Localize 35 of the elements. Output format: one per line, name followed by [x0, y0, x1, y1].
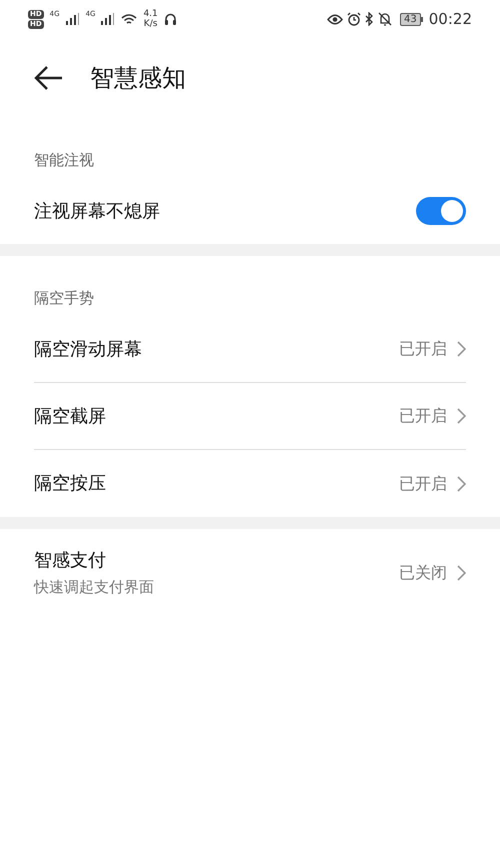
speed-value: 4.1	[143, 9, 158, 19]
muted-bell-icon	[378, 12, 392, 26]
setting-row[interactable]: 隔空截屏 已开启	[34, 383, 466, 450]
setting-label: 隔空滑动屏幕	[34, 338, 142, 362]
headset-icon	[164, 12, 177, 26]
setting-label: 注视屏幕不熄屏	[34, 200, 160, 224]
speed-unit: K/s	[144, 19, 158, 29]
back-arrow-icon[interactable]	[34, 65, 64, 91]
setting-label: 隔空按压	[34, 472, 106, 496]
section-header: 隔空手势	[34, 289, 94, 307]
battery-icon: 43	[400, 12, 423, 26]
setting-subtitle: 快速调起支付界面	[34, 576, 154, 598]
eye-icon	[327, 14, 344, 24]
setting-value: 已开启	[399, 472, 447, 494]
signal-icon	[101, 13, 116, 25]
chevron-icon	[457, 564, 466, 580]
chevron-icon	[457, 476, 466, 492]
chevron-icon	[457, 408, 466, 424]
setting-row[interactable]: 隔空按压 已开启	[34, 450, 466, 517]
setting-row[interactable]: 智感支付 快速调起支付界面 已关闭	[34, 539, 466, 606]
toggle-switch[interactable]	[416, 197, 466, 225]
alarm-icon	[347, 12, 362, 26]
section-header: 智能注视	[34, 151, 94, 169]
bluetooth-icon	[365, 12, 374, 26]
setting-label: 智感支付	[34, 548, 107, 573]
setting-label: 隔空截屏	[34, 404, 106, 428]
wifi-icon	[121, 12, 138, 26]
setting-value: 已开启	[399, 405, 447, 427]
setting-value: 已开启	[399, 338, 447, 360]
chevron-icon	[457, 341, 466, 357]
signal-icon	[66, 13, 80, 25]
clock: 00:22	[428, 8, 472, 30]
setting-row[interactable]: 隔空滑动屏幕 已开启	[34, 316, 466, 383]
page-title: 智慧感知	[90, 63, 186, 94]
setting-value: 已关闭	[399, 562, 447, 584]
